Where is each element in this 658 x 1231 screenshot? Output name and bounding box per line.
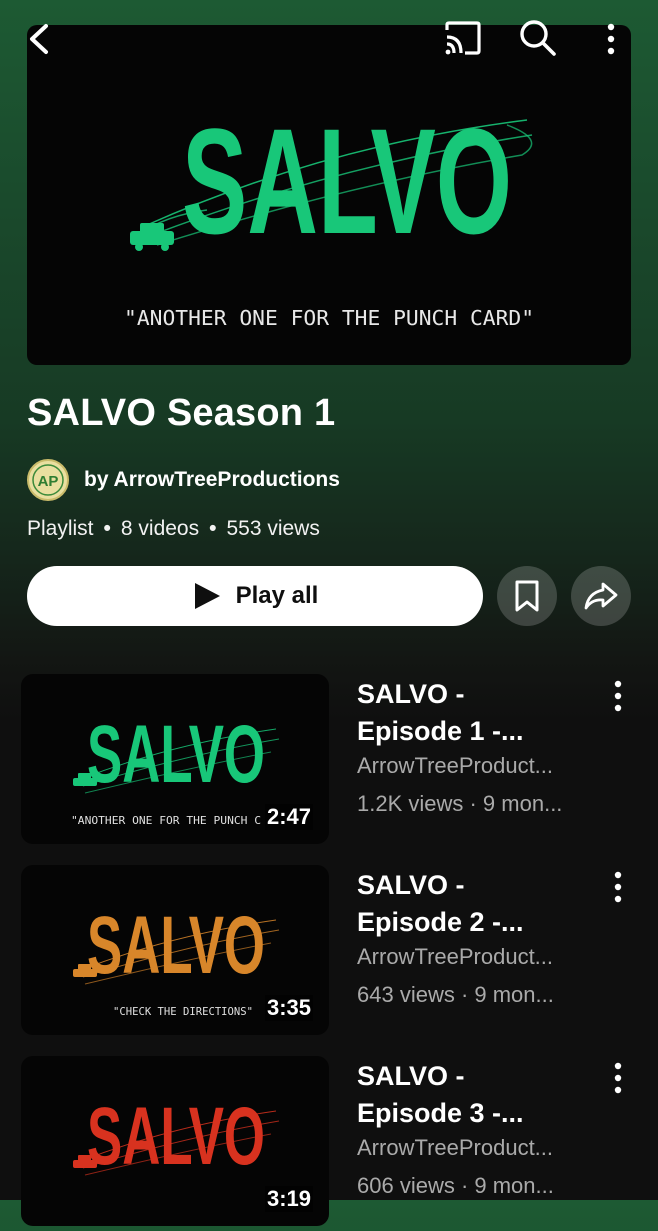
- playlist-owner[interactable]: AP by ArrowTreeProductions: [27, 458, 340, 502]
- share-icon: [584, 582, 618, 610]
- more-vertical-icon[interactable]: [606, 1060, 630, 1096]
- cast-icon[interactable]: [443, 20, 483, 56]
- play-all-button[interactable]: Play all: [27, 566, 483, 626]
- top-bar: [0, 0, 658, 80]
- video-duration: 3:19: [264, 1186, 313, 1212]
- thumb-tagline: "CHECK THE DIRECTIONS": [113, 1005, 253, 1018]
- play-all-label: Play all: [235, 582, 319, 609]
- back-arrow-icon[interactable]: [26, 22, 54, 56]
- video-duration: 2:47: [264, 804, 313, 830]
- video-count: 8 videos: [120, 517, 200, 540]
- meta-separator: •: [103, 517, 111, 540]
- save-playlist-button[interactable]: [497, 566, 557, 626]
- thumb-logo-text: SALVO: [87, 900, 265, 991]
- svg-text:AP: AP: [38, 473, 59, 490]
- playlist-video-item[interactable]: SALVO 3:19 SALVO - Episode 3 -... ArrowT…: [0, 1056, 658, 1231]
- video-duration: 3:35: [264, 995, 313, 1021]
- video-channel: ArrowTreeProduct...: [357, 1135, 554, 1160]
- play-icon: [194, 583, 220, 609]
- meta-separator: •: [209, 517, 217, 540]
- share-playlist-button[interactable]: [571, 566, 631, 626]
- thumb-logo-text: SALVO: [87, 709, 265, 800]
- video-stats: 1.2K views · 9 mon...: [357, 791, 563, 816]
- view-count: 553 views: [226, 517, 320, 540]
- video-channel: ArrowTreeProduct...: [357, 944, 554, 969]
- playlist-type: Playlist: [27, 517, 94, 540]
- hero-tagline: "ANOTHER ONE FOR THE PUNCH CARD": [124, 306, 534, 330]
- arrowtree-logo-icon: AP: [32, 464, 64, 496]
- video-thumbnail[interactable]: SALVO "ANOTHER ONE FOR THE PUNCH C 2:47: [21, 674, 329, 844]
- playlist-video-item[interactable]: SALVO "ANOTHER ONE FOR THE PUNCH C 2:47 …: [0, 674, 658, 849]
- search-icon[interactable]: [518, 18, 558, 58]
- video-title[interactable]: SALVO - Episode 1 -...: [357, 676, 597, 750]
- video-stats: 606 views · 9 mon...: [357, 1173, 554, 1198]
- playlist-meta: Playlist • 8 videos • 553 views: [27, 517, 320, 541]
- channel-avatar[interactable]: AP: [27, 459, 69, 501]
- more-vertical-icon[interactable]: [606, 869, 630, 905]
- owner-name[interactable]: by ArrowTreeProductions: [84, 468, 340, 492]
- video-channel: ArrowTreeProduct...: [357, 753, 554, 778]
- playlist-title: SALVO Season 1: [27, 392, 336, 434]
- playlist-video-item[interactable]: SALVO "CHECK THE DIRECTIONS" 3:35 SALVO …: [0, 865, 658, 1040]
- video-title[interactable]: SALVO - Episode 3 -...: [357, 1058, 597, 1132]
- more-vertical-icon[interactable]: [603, 22, 619, 56]
- bookmark-icon: [515, 580, 539, 612]
- hero-logo-text: SALVO: [182, 97, 512, 265]
- thumb-logo-text: SALVO: [87, 1091, 265, 1182]
- more-vertical-icon[interactable]: [606, 678, 630, 714]
- video-thumbnail[interactable]: SALVO "CHECK THE DIRECTIONS" 3:35: [21, 865, 329, 1035]
- video-thumbnail[interactable]: SALVO 3:19: [21, 1056, 329, 1226]
- video-stats: 643 views · 9 mon...: [357, 982, 554, 1007]
- video-title[interactable]: SALVO - Episode 2 -...: [357, 867, 597, 941]
- thumb-tagline: "ANOTHER ONE FOR THE PUNCH C: [71, 814, 261, 827]
